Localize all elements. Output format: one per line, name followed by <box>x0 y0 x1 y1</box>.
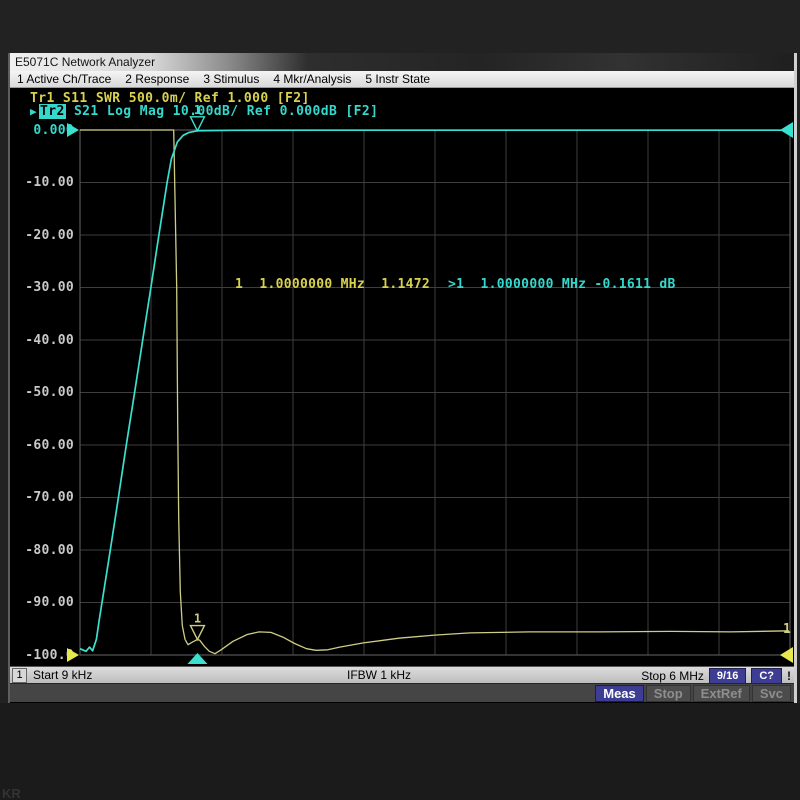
trace2-detail: S21 Log Mag 10.00dB/ Ref 0.000dB [F2] <box>66 104 379 119</box>
menu-item-2[interactable]: 2 Response <box>118 71 196 87</box>
trace1-end-number: 1 <box>783 622 791 637</box>
menu-item-4[interactable]: 4 Mkr/Analysis <box>266 71 358 87</box>
cal-status-badge: C? <box>751 668 782 684</box>
y-axis-label--70.00: -70.00 <box>10 491 74 504</box>
y-axis-label--100.0: -100.0 <box>10 649 74 662</box>
y-axis-label--10.00: -10.00 <box>10 176 74 189</box>
instrument-status-bar: MeasStopExtRefSvc <box>10 683 794 702</box>
screenshot-root: E5071C Network Analyzer 1 Active Ch/Trac… <box>0 0 800 800</box>
trace2-label: Tr2 <box>39 104 66 119</box>
trace-tr1-swr <box>80 130 789 654</box>
menu-item-1[interactable]: 1 Active Ch/Trace <box>10 71 118 87</box>
ref-level-right-swr-icon <box>780 647 793 663</box>
ifbw-readout[interactable]: IFBW 1 kHz <box>347 668 411 682</box>
indicator-meas: Meas <box>595 685 644 702</box>
trace-tr2-logmag <box>80 130 789 651</box>
menu-item-5[interactable]: 5 Instr State <box>358 71 437 87</box>
trace2-info-line[interactable]: ▶Tr2 S21 Log Mag 10.00dB/ Ref 0.000dB [F… <box>30 105 378 118</box>
alert-indicator: ! <box>787 669 792 683</box>
window-titlebar: E5071C Network Analyzer <box>10 53 794 71</box>
y-axis-label-0.000: 0.000 <box>10 124 74 137</box>
y-axis-label--80.00: -80.00 <box>10 544 74 557</box>
indicator-extref: ExtRef <box>693 685 750 702</box>
y-axis-label--20.00: -20.00 <box>10 229 74 242</box>
analyzer-window: E5071C Network Analyzer 1 Active Ch/Trac… <box>8 53 797 703</box>
marker1-tr2-readout: >1 1.0000000 MHz -0.1611 dB <box>448 277 676 292</box>
active-trace-arrow-icon: ▶ <box>30 105 37 118</box>
marker-readout: 1 1.0000000 MHz 1.1472 >1 1.0000000 MHz -… <box>235 278 676 292</box>
status-bar: 1 Start 9 kHz IFBW 1 kHz Stop 6 MHz 9/16… <box>10 666 794 683</box>
y-axis-label--50.00: -50.00 <box>10 386 74 399</box>
corner-watermark: KR <box>2 786 21 800</box>
indicator-stop: Stop <box>646 685 691 702</box>
page-indicator-badge: 9/16 <box>709 668 746 684</box>
y-axis-label--30.00: -30.00 <box>10 281 74 294</box>
menu-bar: 1 Active Ch/Trace2 Response3 Stimulus4 M… <box>10 71 794 88</box>
y-axis-label--90.00: -90.00 <box>10 596 74 609</box>
indicator-svc: Svc <box>752 685 791 702</box>
ref-level-right-db-icon <box>780 122 793 138</box>
graticule-plot: 111 <box>80 130 790 655</box>
marker-1-tr1-icon <box>190 626 204 640</box>
window-title: E5071C Network Analyzer <box>15 55 155 69</box>
stop-frequency[interactable]: Stop 6 MHz <box>641 669 704 683</box>
y-axis-label--60.00: -60.00 <box>10 439 74 452</box>
marker-1-tr1-label: 1 <box>194 612 201 626</box>
start-frequency[interactable]: Start 9 kHz <box>33 668 92 682</box>
instrument-screen: Tr1 S11 SWR 500.0m/ Ref 1.000 [F2] ▶Tr2 … <box>10 88 794 666</box>
menu-item-3[interactable]: 3 Stimulus <box>196 71 266 87</box>
channel-number-box: 1 <box>12 668 27 683</box>
lower-background <box>0 703 800 800</box>
marker-1-tr2-label: 1 <box>194 103 201 117</box>
y-axis-label--40.00: -40.00 <box>10 334 74 347</box>
marker1-tr1-readout: 1 1.0000000 MHz 1.1472 <box>235 277 430 292</box>
